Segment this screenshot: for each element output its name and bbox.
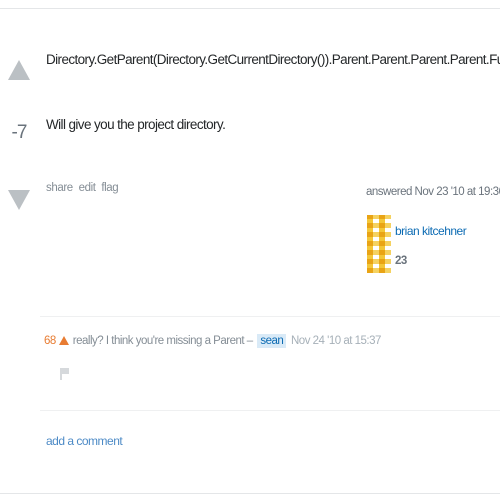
comment-upvote-icon[interactable]	[58, 336, 69, 345]
post-menu: share edit flag	[46, 182, 121, 194]
avatar[interactable]	[367, 215, 391, 273]
comment-score: 68	[44, 335, 56, 347]
comment-date: Nov 24 '10 at 15:37	[291, 335, 381, 347]
edit-link[interactable]: edit	[79, 182, 96, 194]
comments-divider	[40, 316, 500, 317]
bottom-divider	[0, 493, 500, 494]
comment-item: 68 really? I think you're missing a Paren…	[44, 334, 381, 348]
post-text: Will give you the project directory.	[46, 117, 226, 132]
answer-page: -7 Directory.GetParent(Directory.GetCurr…	[0, 0, 500, 500]
downvote-arrow-icon[interactable]	[8, 190, 30, 210]
top-divider	[0, 8, 500, 9]
add-comment-link[interactable]: add a comment	[46, 434, 123, 448]
user-name-link[interactable]: brian kitcehner	[395, 224, 467, 238]
comment-text: really? I think you're missing a Parent …	[72, 335, 253, 347]
flag-link[interactable]: flag	[101, 182, 118, 194]
answered-timestamp: answered Nov 23 '10 at 19:36	[366, 186, 500, 198]
user-reputation: 23	[395, 255, 407, 267]
flag-icon[interactable]	[60, 368, 69, 380]
post-code-line: Directory.GetParent(Directory.GetCurrent…	[46, 52, 500, 67]
upvote-arrow-icon[interactable]	[8, 60, 30, 80]
comment-user-link[interactable]: sean	[257, 334, 287, 348]
vote-count: -7	[11, 122, 28, 143]
share-link[interactable]: share	[46, 182, 73, 194]
comments-bottom-divider	[40, 410, 500, 411]
